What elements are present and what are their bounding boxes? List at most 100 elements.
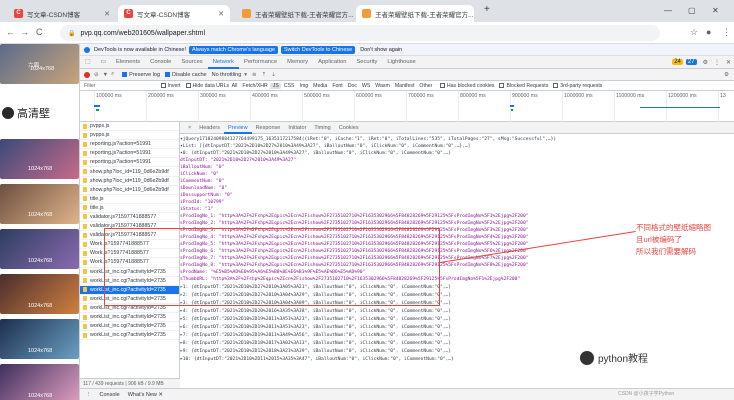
settings-gear-icon[interactable]: ⚙ [703, 59, 708, 66]
filter-type-manifest[interactable]: Manifest [392, 83, 417, 89]
filter-type-font[interactable]: Font [330, 83, 345, 89]
switch-chinese-button[interactable]: Switch DevTools to Chinese [281, 45, 356, 54]
json-item-line[interactable]: ▸6: {dtInputDT:"2021%2D10%2D19%2011%3A51… [180, 324, 451, 331]
request-row[interactable]: title.js [80, 195, 179, 204]
hide-data-urls-checkbox[interactable] [185, 83, 191, 88]
tab-elements[interactable]: Elements [111, 56, 145, 69]
json-item-line[interactable]: ▸7: {dtInputDT:"2021%2D10%2D19%2011%3A49… [180, 332, 451, 339]
filter-type-img[interactable]: Img [297, 83, 311, 89]
blocked-cookies-checkbox[interactable] [439, 83, 445, 88]
request-row[interactable]: validator.js?1597741888577 [80, 213, 179, 223]
tab-preview[interactable]: Preview [224, 122, 252, 134]
json-list-line[interactable]: ▾List: [{dtInputDT:"2021%2D10%2D27%2010%… [180, 143, 470, 150]
network-timeline-overview[interactable]: 100000 ms 200000 ms 300000 ms 400000 ms … [80, 91, 734, 122]
request-row[interactable]: reporting.js?action=51991 [80, 149, 179, 159]
preserve-log-checkbox[interactable] [122, 72, 128, 77]
close-devtools-icon[interactable]: ✕ [726, 59, 731, 66]
upload-icon[interactable]: ⇡ [262, 72, 267, 78]
json-root-line[interactable]: ▾jQuery17102409884127764499175_163531721… [180, 136, 556, 143]
filter-type-fetch-xhr[interactable]: Fetch/XHR [240, 83, 270, 89]
menu-icon[interactable]: ⋮ [722, 27, 731, 38]
blocked-requests-checkbox[interactable] [499, 83, 505, 88]
tab-network[interactable]: Network [207, 56, 239, 69]
tab-lighthouse[interactable]: Lighthouse [382, 56, 420, 69]
filter-type-css[interactable]: CSS [281, 83, 297, 89]
reload-button[interactable]: C [36, 27, 43, 37]
tab-cookies[interactable]: Cookies [335, 122, 363, 134]
browser-tab-4[interactable]: 王者荣耀壁纸下载-王者荣耀官方... ✕ [356, 5, 474, 22]
inspect-icon[interactable]: ⬚ [80, 56, 95, 69]
wallpaper-thumbnail[interactable] [0, 139, 79, 179]
tab-performance[interactable]: Performance [239, 56, 282, 69]
browser-tab-2[interactable]: C 写文章-CSDN博客 ✕ [118, 5, 230, 22]
request-row[interactable]: show.php?loc_id=119_0d6e2b9df [80, 167, 179, 177]
tab-sources[interactable]: Sources [176, 56, 207, 69]
browser-tab-1[interactable]: C 写文章-CSDN博客 ✕ [8, 5, 116, 22]
request-row[interactable]: title.js [80, 204, 179, 213]
request-row[interactable]: reporting.js?action=51991 [80, 158, 179, 168]
close-detail-icon[interactable]: × [184, 122, 195, 134]
filter-type-media[interactable]: Media [311, 83, 330, 89]
new-tab-button[interactable]: + [484, 4, 490, 15]
close-window-button[interactable]: ✕ [712, 6, 719, 15]
tab-security[interactable]: Security [351, 56, 382, 69]
wallpaper-thumbnail[interactable] [0, 44, 79, 84]
request-row[interactable]: workList_inc.cgi?activityId=2735 [80, 313, 179, 323]
close-icon[interactable]: ✕ [212, 10, 224, 18]
filter-type-doc[interactable]: Doc [345, 83, 359, 89]
request-row[interactable]: pvpps.js [80, 122, 179, 132]
json-item-line[interactable]: ▸5: {dtInputDT:"2021%2D10%2D19%2011%3A51… [180, 316, 451, 323]
clear-icon[interactable]: ⊘ [94, 72, 99, 78]
download-icon[interactable]: ⇣ [271, 72, 276, 78]
request-row[interactable]: pvpps.js [80, 131, 179, 141]
close-icon[interactable]: ✕ [98, 10, 110, 18]
maximize-button[interactable]: ▢ [688, 6, 696, 15]
request-row[interactable]: reporting.js?action=51991 [80, 140, 179, 150]
tab-initiator[interactable]: Initiator [284, 122, 310, 134]
profile-icon[interactable]: ● [706, 27, 711, 37]
browser-tab-3[interactable]: 王者荣耀壁纸下载-王者荣耀官方... ✕ [236, 5, 354, 22]
match-language-button[interactable]: Always match Chrome's language [189, 45, 279, 54]
invert-checkbox[interactable] [160, 83, 166, 88]
filter-icon[interactable]: ▼ [103, 72, 108, 78]
drawer-menu-icon[interactable]: ⋮ [86, 392, 92, 398]
tab-memory[interactable]: Memory [282, 56, 313, 69]
warnings-badge[interactable]: 24 [672, 59, 683, 65]
drawer-tab-whats-new[interactable]: What's New ✕ [128, 392, 163, 398]
settings-gear-icon[interactable]: ⚙ [724, 72, 729, 78]
request-row[interactable]: workList_inc.cgi?activityId=2735 [80, 331, 179, 341]
throttling-select[interactable]: No throttling [212, 72, 242, 78]
request-row[interactable]: workList_inc.cgi?activityId=2735 [80, 322, 179, 332]
minimize-button[interactable]: — [664, 6, 672, 15]
filter-type-js[interactable]: JS [270, 82, 282, 89]
tab-headers[interactable]: Headers [195, 122, 224, 134]
tab-application[interactable]: Application [313, 56, 351, 69]
drawer-tab-console[interactable]: Console [100, 392, 120, 398]
wallpaper-thumbnail[interactable] [0, 184, 79, 224]
request-row[interactable]: show.php?loc_id=119_0d6e2b9df [80, 186, 179, 195]
wifi-icon[interactable]: ≋ [252, 72, 257, 78]
request-row[interactable]: show.php?loc_id=119_0d6e2b9df [80, 177, 179, 186]
third-party-checkbox[interactable] [553, 83, 559, 88]
tab-response[interactable]: Response [252, 122, 285, 134]
url-input[interactable]: 🔒 pvp.qq.com/web201605/wallpaper.shtml [60, 25, 660, 41]
search-icon[interactable]: ⌕ [111, 71, 114, 78]
disable-cache-checkbox[interactable] [165, 72, 171, 77]
back-button[interactable]: ← [6, 27, 15, 37]
tab-console[interactable]: Console [145, 56, 176, 69]
filter-input[interactable]: Filter [84, 83, 96, 89]
record-icon[interactable] [84, 71, 90, 78]
json-item-line[interactable]: ▸9: {dtInputDT:"2021%2D10%2D12%2018%3A21… [180, 348, 451, 355]
filter-type-other[interactable]: Other [417, 83, 435, 89]
dont-show-again-link[interactable]: Don't show again [360, 47, 402, 53]
issues-badge[interactable]: 27 [685, 59, 697, 65]
json-item-line[interactable]: ▸10: {dtInputDT:"2021%2D10%2D11%2015%3A3… [180, 356, 454, 363]
filter-type-ws[interactable]: WS [359, 83, 372, 89]
more-options-icon[interactable]: ⋮ [714, 59, 720, 66]
filter-type-all[interactable]: All [229, 83, 240, 89]
forward-button[interactable]: → [20, 27, 29, 37]
star-icon[interactable]: ☆ [690, 27, 698, 38]
tab-timing[interactable]: Timing [310, 122, 334, 134]
json-item-line[interactable]: ▸8: {dtInputDT:"2021%2D10%2D18%2017%3A02… [180, 340, 451, 347]
filter-type-wasm[interactable]: Wasm [373, 83, 393, 89]
